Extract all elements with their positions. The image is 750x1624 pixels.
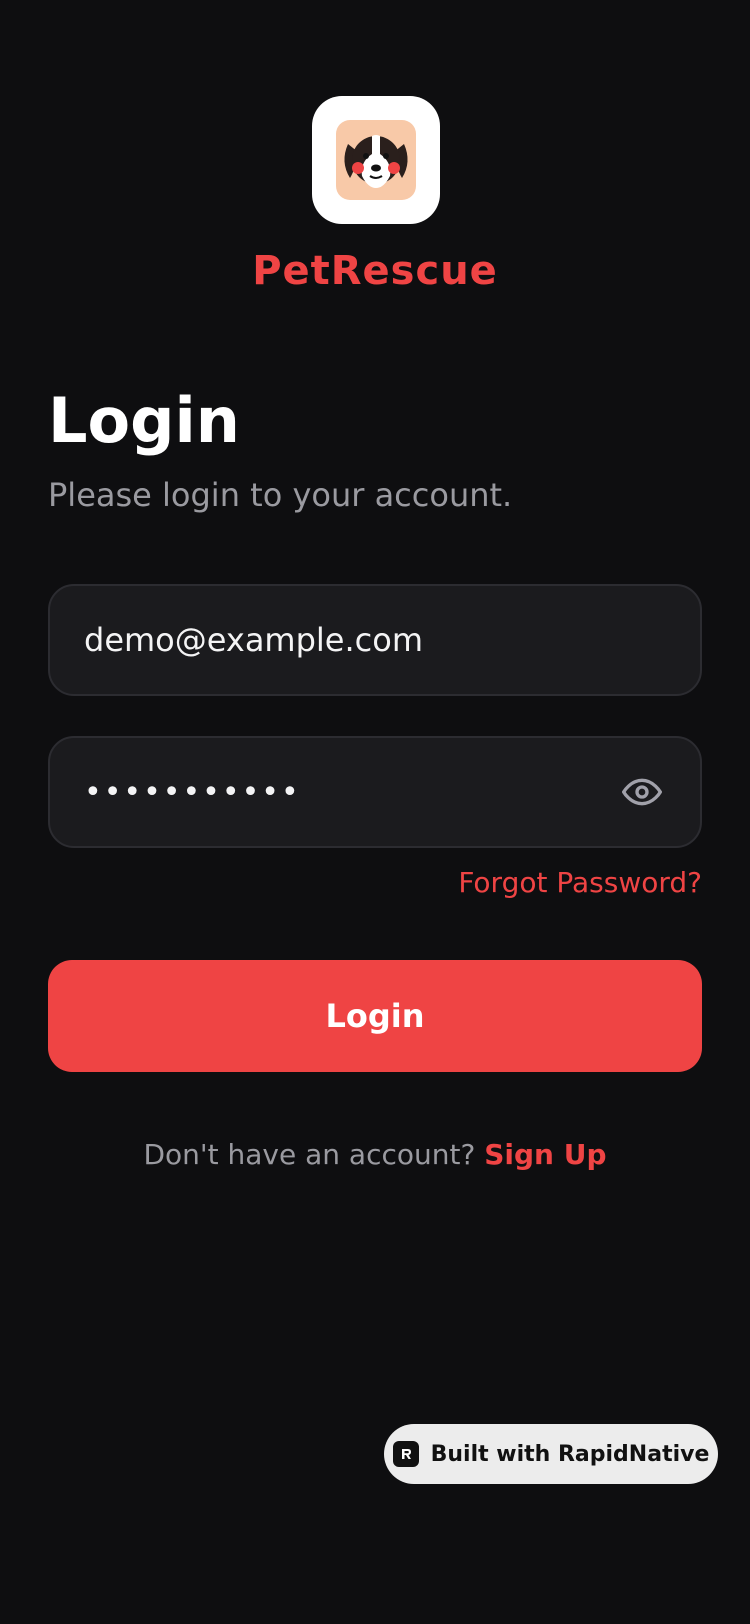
page-subtitle: Please login to your account. — [48, 476, 513, 514]
signup-prompt-text: Don't have an account? — [143, 1138, 476, 1171]
password-input[interactable] — [84, 774, 618, 810]
login-screen: PetRescue Login Please login to your acc… — [0, 0, 750, 1624]
login-button[interactable]: Login — [48, 960, 702, 1072]
email-field[interactable] — [48, 584, 702, 696]
signup-link[interactable]: Sign Up — [484, 1138, 606, 1171]
signup-prompt-row: Don't have an account? Sign Up — [0, 1138, 750, 1171]
built-with-label: Built with RapidNative — [430, 1441, 710, 1467]
page-title: Login — [48, 384, 240, 457]
forgot-password-link[interactable]: Forgot Password? — [458, 866, 702, 899]
app-logo — [312, 96, 440, 224]
email-input[interactable] — [84, 621, 666, 659]
app-name: PetRescue — [252, 248, 498, 294]
dog-face-icon — [336, 120, 416, 200]
rapidnative-logo-icon — [392, 1441, 419, 1467]
password-field[interactable] — [48, 736, 702, 848]
built-with-badge[interactable]: Built with RapidNative — [384, 1424, 718, 1484]
eye-icon[interactable] — [618, 768, 666, 816]
